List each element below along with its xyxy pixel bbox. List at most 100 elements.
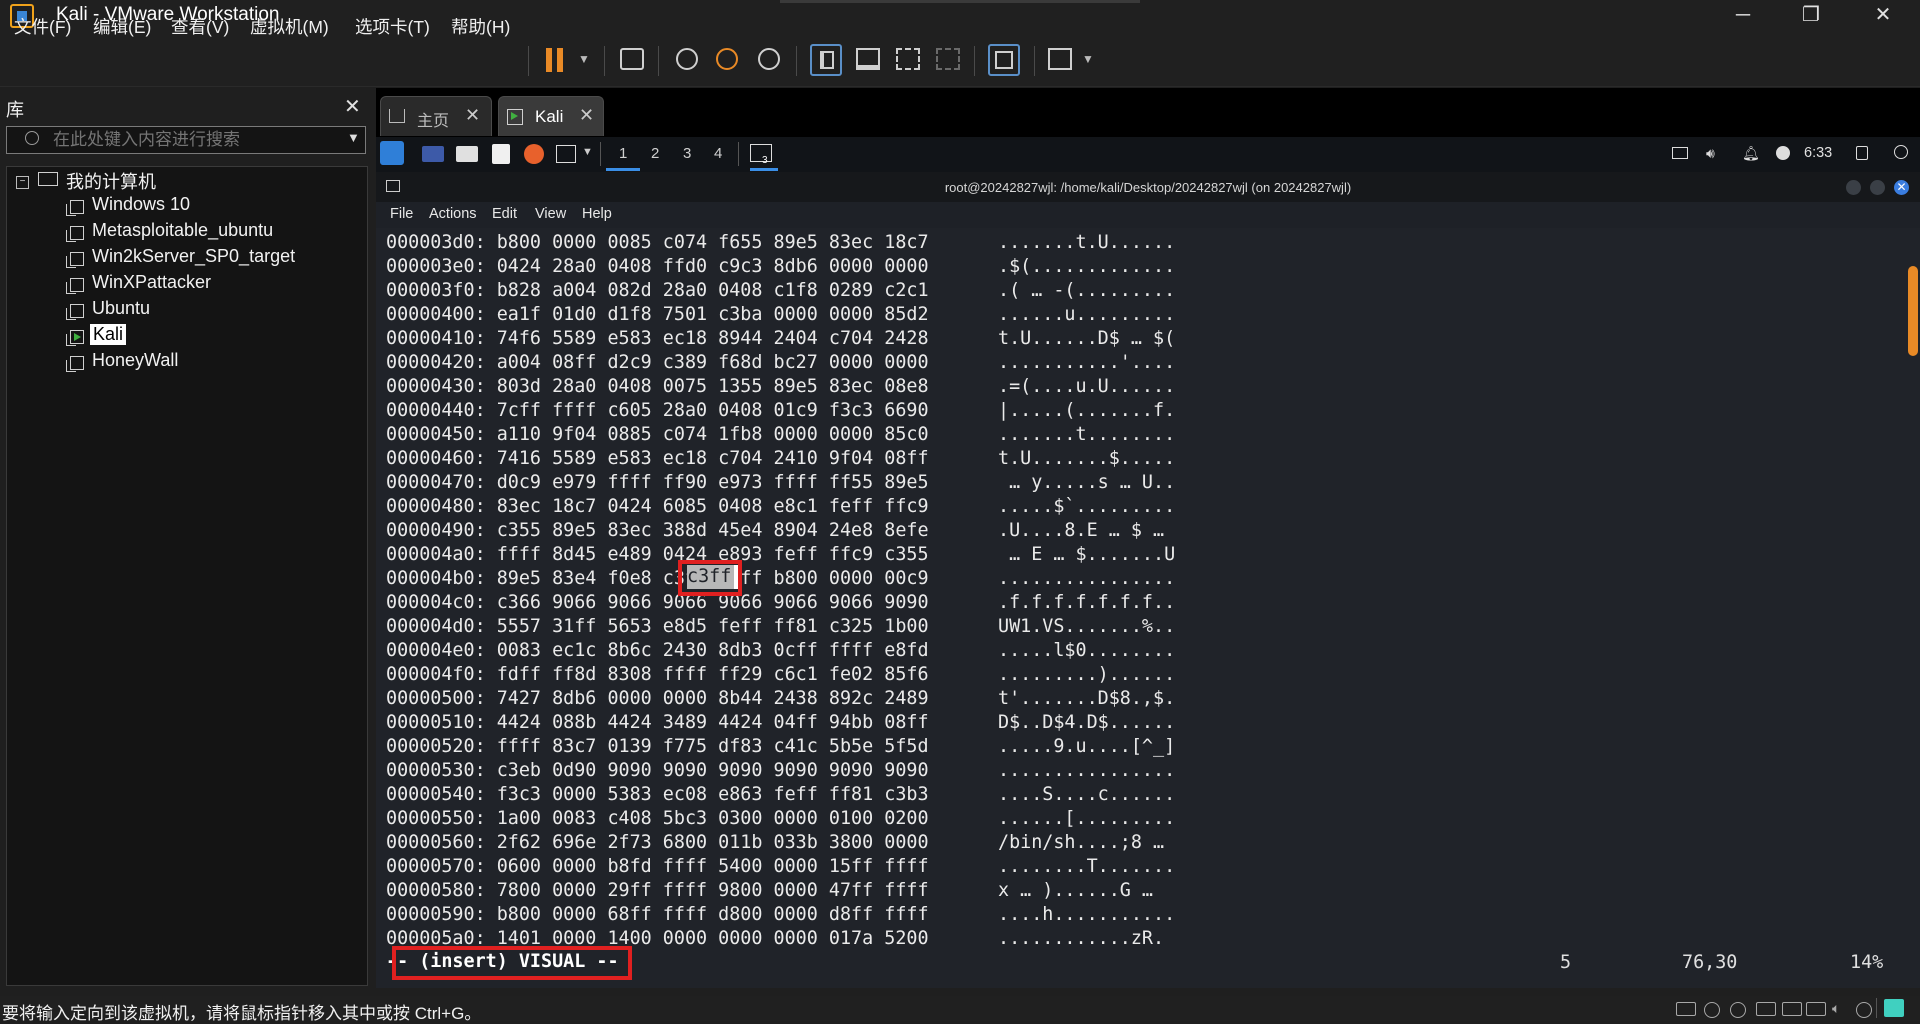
hard-disk-icon[interactable] <box>1676 1002 1696 1016</box>
hex-dump-line: 00000520: ffff 83c7 0139 f775 df83 c41c … <box>386 735 1175 759</box>
tab-home-close-icon[interactable]: ✕ <box>465 105 480 126</box>
hex-dump-line: 00000530: c3eb 0d90 9090 9090 9090 9090 … <box>386 759 1175 783</box>
hex-bytes: 000004b0: 89e5 83e4 f0e8 c3ff ffff b800 … <box>386 568 929 589</box>
terminal-menu-actions[interactable]: Actions <box>429 206 477 222</box>
snapshot-manager-icon[interactable] <box>758 48 780 70</box>
display-settings-icon[interactable] <box>1856 1002 1872 1018</box>
ascii-column: ...........'.... <box>998 352 1176 373</box>
library-search-box[interactable]: ▼ <box>6 126 366 154</box>
terminal-minimize-button[interactable] <box>1846 180 1861 195</box>
ascii-column: .......t.U...... <box>998 232 1176 253</box>
terminal-menu-view[interactable]: View <box>535 206 566 222</box>
stretch-guest-icon[interactable] <box>1048 48 1072 70</box>
lock-icon[interactable] <box>1856 146 1868 160</box>
workspace-1[interactable]: 1 <box>619 145 627 162</box>
floppy-icon[interactable] <box>1730 1002 1746 1018</box>
firefox-icon[interactable] <box>524 144 544 164</box>
workspace-4[interactable]: 4 <box>714 145 722 162</box>
menu-help[interactable]: 帮助(H) <box>451 14 510 39</box>
tree-item-metasploitable[interactable]: Metasploitable_ubuntu <box>92 220 273 241</box>
printer-icon[interactable] <box>1806 1002 1826 1016</box>
terminal-task-icon[interactable] <box>750 144 772 162</box>
hex-dump-line: 00000590: b800 0000 68ff ffff d800 0000 … <box>386 903 1175 927</box>
thumbnail-bar-icon[interactable] <box>856 48 880 70</box>
tab-kali[interactable]: Kali ✕ <box>498 96 604 136</box>
terminal-dropdown-icon[interactable]: ▼ <box>582 146 593 158</box>
hex-dump-line: 00000560: 2f62 696e 2f73 6800 011b 033b … <box>386 831 1164 855</box>
message-log-icon[interactable] <box>1884 999 1904 1017</box>
hex-dump-line: 000004e0: 0083 ec1c 8b6c 2430 8db3 0cff … <box>386 639 1175 663</box>
menu-view[interactable]: 查看(V) <box>171 14 229 39</box>
search-icon <box>25 131 39 145</box>
maximize-button[interactable]: ❐ <box>1784 0 1838 34</box>
library-search-input[interactable] <box>53 130 333 150</box>
tree-root-my-computer[interactable]: 我的计算机 <box>66 168 156 194</box>
display-icon[interactable] <box>1672 147 1688 159</box>
cd-dvd-icon[interactable] <box>1704 1002 1720 1018</box>
vim-scroll-percent: 14% <box>1850 952 1884 973</box>
sound-card-icon[interactable]: 🔈︎ <box>1832 1000 1840 1017</box>
vim-status-count: 5 <box>1560 952 1572 973</box>
notification-bell-icon[interactable]: 🔔︎ <box>1742 145 1760 162</box>
terminal-close-button[interactable]: ✕ <box>1894 180 1909 195</box>
hex-bytes: 00000530: c3eb 0d90 9090 9090 9090 9090 … <box>386 760 929 781</box>
tab-home[interactable]: 主页 ✕ <box>380 96 492 136</box>
console-view-icon[interactable] <box>988 44 1020 76</box>
tree-item-win2kserver[interactable]: Win2kServer_SP0_target <box>92 246 295 267</box>
tree-collapse-icon[interactable]: − <box>16 176 29 189</box>
tree-item-kali[interactable]: Kali <box>90 324 127 345</box>
hex-dump-line: 000004b0: 89e5 83e4 f0e8 c3ff ffff b800 … <box>386 567 1175 591</box>
workspace-3[interactable]: 3 <box>683 145 691 162</box>
library-close-icon[interactable]: ✕ <box>344 94 361 119</box>
ascii-column: ................ <box>998 568 1176 589</box>
stretch-dropdown-icon[interactable]: ▼ <box>1082 52 1094 66</box>
minimize-button[interactable]: ─ <box>1716 0 1770 34</box>
usb-icon[interactable] <box>1782 1002 1802 1016</box>
logout-icon[interactable] <box>1894 145 1908 159</box>
terminal-maximize-button[interactable] <box>1870 180 1885 195</box>
search-dropdown-icon[interactable]: ▼ <box>347 130 360 145</box>
workspace-2[interactable]: 2 <box>651 145 659 162</box>
menu-tabs[interactable]: 选项卡(T) <box>355 14 430 39</box>
hex-bytes: 00000420: a004 08ff d2c9 c389 f68d bc27 … <box>386 352 929 373</box>
terminal-menu-file[interactable]: File <box>390 206 413 222</box>
tree-item-honeywall[interactable]: HoneyWall <box>92 350 178 371</box>
tab-kali-close-icon[interactable]: ✕ <box>579 105 594 126</box>
terminal-scroll-thumb[interactable] <box>1908 266 1918 356</box>
pause-icon[interactable] <box>546 48 552 72</box>
power-status-icon[interactable] <box>1776 146 1790 160</box>
revert-snapshot-icon[interactable] <box>716 48 738 70</box>
tree-item-ubuntu[interactable]: Ubuntu <box>92 298 150 319</box>
panel-clock[interactable]: 6:33 <box>1804 145 1832 161</box>
ascii-column: |.....(.......f. <box>998 400 1176 421</box>
text-editor-icon[interactable] <box>492 144 510 164</box>
kali-menu-icon[interactable] <box>380 141 404 165</box>
show-library-icon[interactable] <box>810 44 842 76</box>
menu-edit[interactable]: 编辑(E) <box>93 14 151 39</box>
full-screen-icon[interactable] <box>896 48 920 70</box>
terminal-menu-edit[interactable]: Edit <box>492 206 517 222</box>
menu-vm[interactable]: 虚拟机(M) <box>250 14 329 39</box>
pause-dropdown-icon[interactable]: ▼ <box>578 52 590 66</box>
tree-item-winxpattacker[interactable]: WinXPattacker <box>92 272 211 293</box>
ascii-column: ....S....c...... <box>998 784 1176 805</box>
ascii-column: .....9.u....[^_] <box>998 736 1176 757</box>
volume-icon[interactable]: 🔊︎ <box>1706 145 1715 162</box>
terminal-icon[interactable] <box>556 145 576 163</box>
network-adapter-icon[interactable] <box>1756 1002 1776 1016</box>
snapshot-icon[interactable] <box>676 48 698 70</box>
show-desktop-icon[interactable] <box>422 146 444 162</box>
close-button[interactable]: ✕ <box>1856 0 1910 34</box>
menu-file[interactable]: 文件(F) <box>14 14 71 39</box>
unity-icon <box>936 48 960 70</box>
hex-bytes: 000003f0: b828 a004 082d 28a0 0408 c1f8 … <box>386 280 929 301</box>
file-manager-icon[interactable] <box>456 146 478 162</box>
ascii-column: t'.......D$8.,$. <box>998 688 1176 709</box>
tree-item-windows10[interactable]: Windows 10 <box>92 194 190 215</box>
hex-bytes: 000003e0: 0424 28a0 0408 ffd0 c9c3 8db6 … <box>386 256 929 277</box>
send-ctrl-alt-del-icon[interactable] <box>620 48 644 70</box>
terminal-menu-help[interactable]: Help <box>582 206 612 222</box>
hex-bytes: 00000460: 7416 5589 e583 ec18 c704 2410 … <box>386 448 929 469</box>
vm-running-icon <box>66 330 84 346</box>
hex-bytes: 00000540: f3c3 0000 5383 ec08 e863 feff … <box>386 784 929 805</box>
